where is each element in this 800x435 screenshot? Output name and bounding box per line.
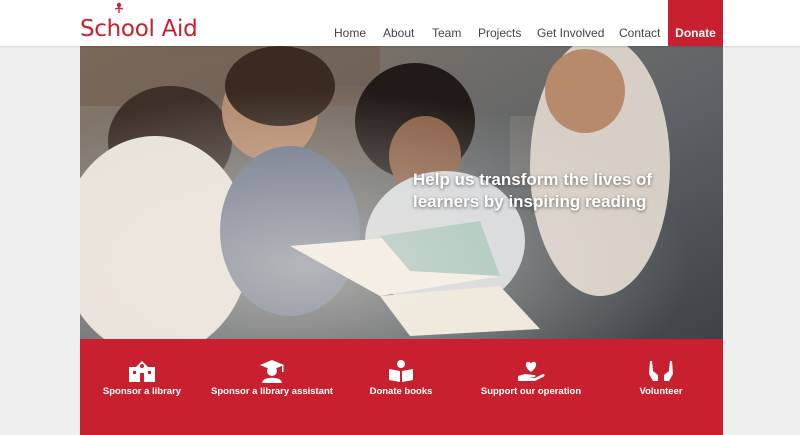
logo-text: School Aid <box>80 16 198 42</box>
support-operation-action[interactable]: Support our operation <box>466 359 596 398</box>
open-book-icon <box>389 360 413 382</box>
nav-projects[interactable]: Projects <box>478 0 521 46</box>
sponsor-library-assistant-label: Sponsor a library assistant <box>211 386 333 397</box>
sponsor-library-action[interactable]: Sponsor a library <box>77 359 207 398</box>
nav-home[interactable]: Home <box>334 0 366 46</box>
get-involved-actions: Sponsor a library Sponsor a library assi… <box>80 339 723 435</box>
site-header: School Aid Home About Team Projects Get … <box>0 0 800 46</box>
hero-banner: Help us transform the lives of learners … <box>80 46 723 339</box>
sponsor-library-label: Sponsor a library <box>102 386 182 397</box>
donate-books-action[interactable]: Donate books <box>336 359 466 398</box>
graduate-icon <box>260 360 284 383</box>
volunteer-action[interactable]: Volunteer <box>596 359 726 398</box>
support-operation-label: Support our operation <box>480 386 582 397</box>
hero-headline: Help us transform the lives of learners … <box>413 170 652 211</box>
site-logo[interactable]: School Aid <box>80 2 198 42</box>
nav-team[interactable]: Team <box>432 0 461 46</box>
volunteer-label: Volunteer <box>639 386 683 397</box>
nav-contact[interactable]: Contact <box>619 0 660 46</box>
nav-about[interactable]: About <box>383 0 414 46</box>
heart-hand-icon <box>518 361 545 381</box>
nav-get-involved[interactable]: Get Involved <box>537 0 604 46</box>
donate-button[interactable]: Donate <box>668 0 723 46</box>
raised-hands-icon <box>649 361 673 381</box>
sponsor-library-assistant-action[interactable]: Sponsor a library assistant <box>207 359 337 398</box>
donate-books-label: Donate books <box>369 386 433 397</box>
logo-child-figure-icon <box>114 2 124 13</box>
school-building-icon <box>129 361 155 382</box>
